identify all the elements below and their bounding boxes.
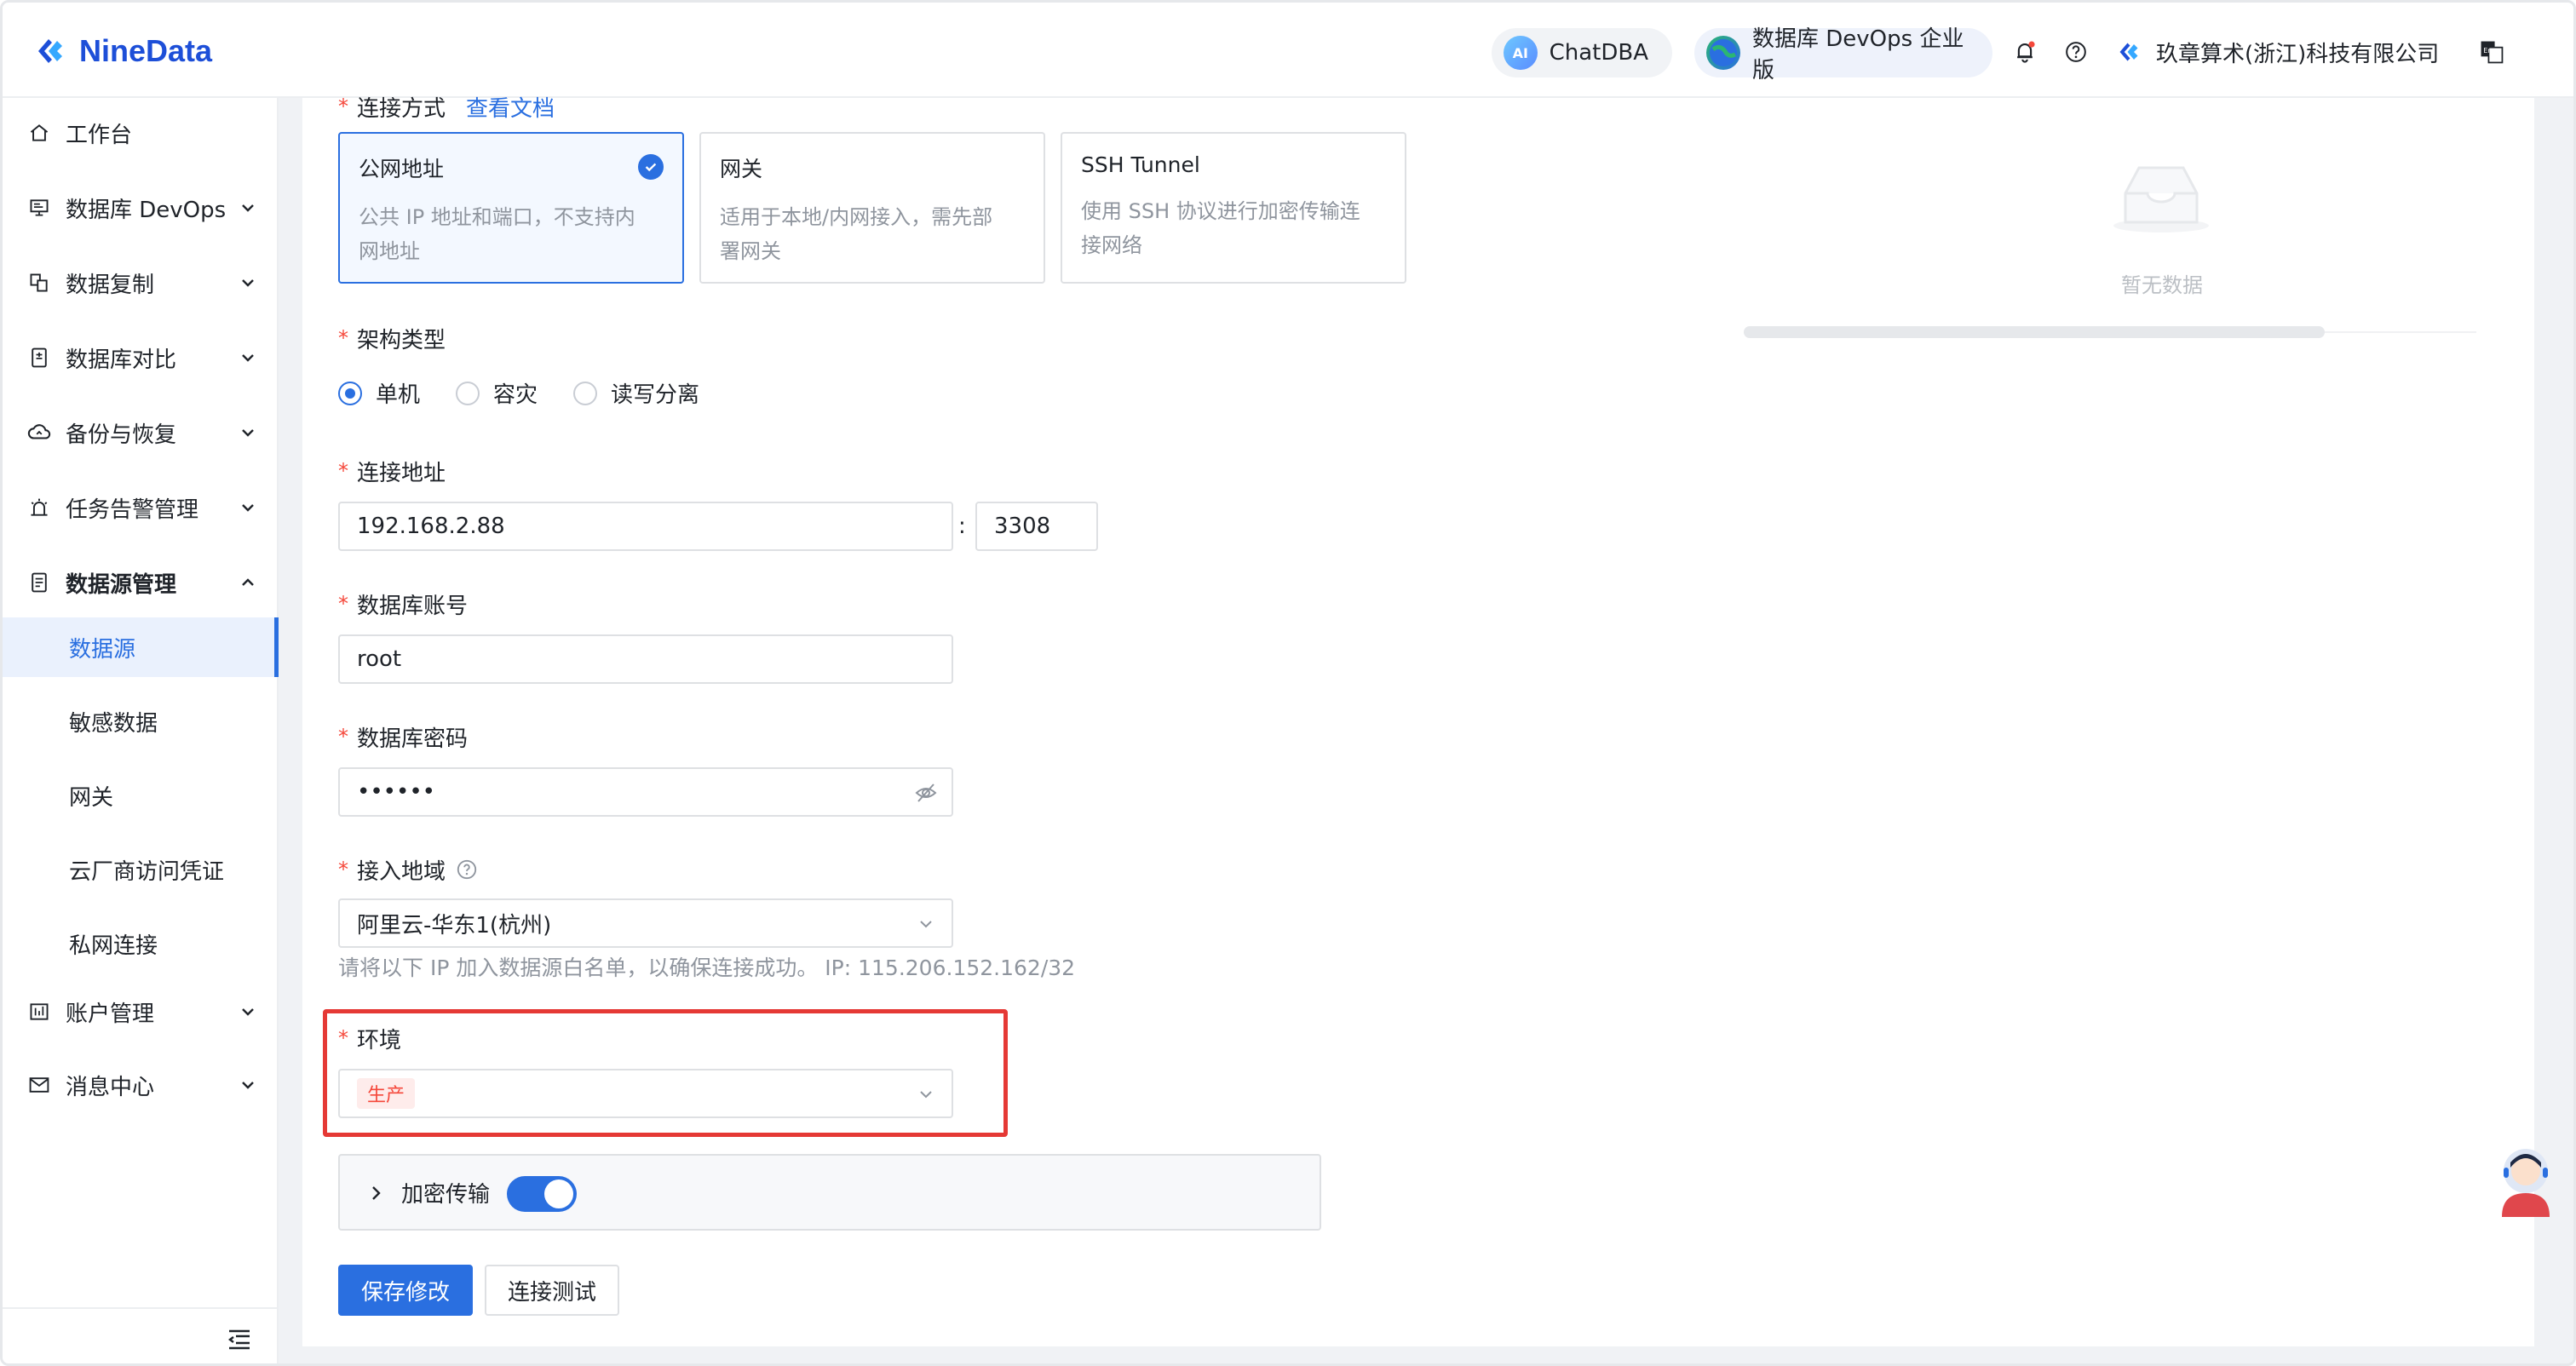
view-docs-link[interactable]: 查看文档 bbox=[466, 91, 555, 123]
account-input[interactable]: root bbox=[338, 634, 953, 684]
eye-off-icon[interactable] bbox=[914, 781, 938, 805]
main-content: * 连接方式 查看文档 公网地址 公共 IP 地址和端口，不支持内 网地址 网关 … bbox=[302, 95, 2534, 1346]
sidebar-subitem-private-link[interactable]: 私网连接 bbox=[3, 914, 277, 973]
password-label: * 数据库密码 bbox=[338, 725, 469, 752]
language-icon[interactable]: En bbox=[2476, 37, 2507, 67]
chatdba-label: ChatDBA bbox=[1549, 40, 1648, 66]
arch-label: * 架构类型 bbox=[338, 326, 446, 353]
top-bar: NineData AI ChatDBA 数据库 DevOps 企业版 玖章算术(… bbox=[3, 3, 2573, 98]
help-icon[interactable] bbox=[2061, 37, 2091, 67]
support-avatar-icon[interactable] bbox=[2493, 1145, 2558, 1217]
sidebar: 工作台 数据库 DevOps 数据复制 数据库对比 备份与恢复 任务告警管理 数… bbox=[3, 98, 279, 1363]
encryption-panel[interactable]: 加密传输 bbox=[338, 1154, 1321, 1231]
region-helper-text: 请将以下 IP 加入数据源白名单，以确保连接成功。 IP: 115.206.15… bbox=[338, 956, 1076, 980]
company-name: 玖章算术(浙江)科技有限公司 bbox=[2156, 41, 2440, 67]
port-input[interactable]: 3308 bbox=[975, 502, 1098, 551]
edition-button[interactable]: 数据库 DevOps 企业版 bbox=[1694, 26, 1992, 83]
chevron-down-icon bbox=[242, 1082, 254, 1089]
arch-option-standalone[interactable]: 单机 bbox=[338, 377, 420, 409]
cloud-icon bbox=[26, 420, 52, 445]
required-mark: * bbox=[338, 725, 348, 749]
brand-logo[interactable]: NineData bbox=[30, 28, 212, 74]
required-mark: * bbox=[338, 326, 348, 350]
host-input[interactable]: 192.168.2.88 bbox=[338, 502, 953, 551]
conn-method-label: * 连接方式 查看文档 bbox=[338, 89, 555, 123]
account-icon bbox=[26, 999, 52, 1024]
svg-text:En: En bbox=[2483, 47, 2492, 55]
empty-box-icon bbox=[2113, 166, 2209, 232]
help-circle-icon[interactable] bbox=[456, 858, 478, 881]
sidebar-item-messages[interactable]: 消息中心 bbox=[3, 1055, 277, 1115]
conn-option-gateway[interactable]: 网关 适用于本地/内网接入，需先部 署网关 bbox=[699, 132, 1045, 284]
encryption-toggle[interactable] bbox=[507, 1176, 577, 1212]
datasource-icon bbox=[26, 570, 52, 595]
sidebar-item-datasource[interactable]: 数据源管理 bbox=[3, 553, 277, 612]
monitor-icon bbox=[26, 195, 52, 221]
ninedata-logo-icon bbox=[38, 39, 62, 63]
address-label: * 连接地址 bbox=[338, 459, 446, 486]
required-mark: * bbox=[338, 95, 348, 118]
conn-option-public[interactable]: 公网地址 公共 IP 地址和端口，不支持内 网地址 bbox=[338, 132, 684, 284]
globe-icon bbox=[1706, 36, 1740, 70]
sidebar-item-workbench[interactable]: 工作台 bbox=[3, 103, 277, 163]
compare-icon bbox=[26, 345, 52, 370]
required-mark: * bbox=[338, 592, 348, 616]
chevron-down-icon bbox=[242, 1008, 254, 1016]
port-separator: : bbox=[958, 514, 966, 539]
edition-label: 数据库 DevOps 企业版 bbox=[1752, 26, 1964, 83]
sidebar-subitem-sensitive[interactable]: 敏感数据 bbox=[3, 692, 277, 751]
sidebar-item-devops[interactable]: 数据库 DevOps bbox=[3, 178, 277, 238]
chevron-down-icon bbox=[920, 921, 932, 928]
arch-option-dr[interactable]: 容灾 bbox=[456, 377, 538, 409]
chevron-right-icon[interactable] bbox=[365, 1182, 388, 1204]
chevron-down-icon bbox=[242, 504, 254, 512]
test-connection-button[interactable]: 连接测试 bbox=[485, 1265, 619, 1316]
required-mark: * bbox=[338, 858, 348, 881]
chevron-down-icon bbox=[242, 429, 254, 437]
conn-option-ssh[interactable]: SSH Tunnel 使用 SSH 协议进行加密传输连 接网络 bbox=[1061, 132, 1406, 284]
chevron-down-icon bbox=[242, 354, 254, 362]
ai-icon: AI bbox=[1504, 36, 1538, 70]
arch-option-rw-split[interactable]: 读写分离 bbox=[573, 377, 699, 409]
sidebar-item-backup[interactable]: 备份与恢复 bbox=[3, 403, 277, 462]
sidebar-footer bbox=[3, 1307, 277, 1363]
chevron-up-icon bbox=[242, 578, 254, 586]
empty-text: 暂无数据 bbox=[2121, 273, 2203, 297]
chatdba-button[interactable]: AI ChatDBA bbox=[1492, 28, 1672, 77]
sidebar-item-alarm[interactable]: 任务告警管理 bbox=[3, 478, 277, 537]
sidebar-subitem-gateway[interactable]: 网关 bbox=[3, 766, 277, 825]
region-select[interactable]: 阿里云-华东1(杭州) bbox=[338, 898, 953, 948]
menu-collapse-icon[interactable] bbox=[226, 1326, 253, 1353]
sidebar-item-compare[interactable]: 数据库对比 bbox=[3, 328, 277, 387]
env-highlight-box bbox=[323, 1009, 1008, 1137]
required-mark: * bbox=[338, 459, 348, 483]
sidebar-subitem-datasource[interactable]: 数据源 bbox=[3, 617, 279, 677]
home-icon bbox=[26, 120, 52, 146]
sidebar-item-replication[interactable]: 数据复制 bbox=[3, 253, 277, 313]
arch-radio-group: 单机 容灾 读写分离 bbox=[338, 377, 735, 409]
horizontal-scrollbar[interactable] bbox=[1744, 326, 2325, 338]
account-label: * 数据库账号 bbox=[338, 592, 469, 619]
region-label: * 接入地域 bbox=[338, 852, 478, 887]
company-logo-icon bbox=[2119, 43, 2138, 61]
sidebar-item-account[interactable]: 账户管理 bbox=[3, 982, 277, 1042]
chevron-down-icon bbox=[242, 279, 254, 287]
company-switcher[interactable]: 玖章算术(浙江)科技有限公司 bbox=[2113, 33, 2439, 71]
check-icon bbox=[638, 154, 664, 180]
sidebar-subitem-cloud-credential[interactable]: 云厂商访问凭证 bbox=[3, 840, 277, 899]
mail-icon bbox=[26, 1072, 52, 1098]
copy-icon bbox=[26, 270, 52, 296]
brand-name: NineData bbox=[79, 33, 213, 68]
alarm-icon bbox=[26, 495, 52, 520]
password-input[interactable]: •••••• bbox=[338, 767, 953, 817]
encryption-label: 加密传输 bbox=[401, 1181, 491, 1208]
chevron-down-icon bbox=[242, 204, 254, 212]
bell-icon[interactable] bbox=[2010, 37, 2040, 67]
save-button[interactable]: 保存修改 bbox=[338, 1265, 473, 1316]
app-window: NineData AI ChatDBA 数据库 DevOps 企业版 玖章算术(… bbox=[0, 0, 2576, 1366]
